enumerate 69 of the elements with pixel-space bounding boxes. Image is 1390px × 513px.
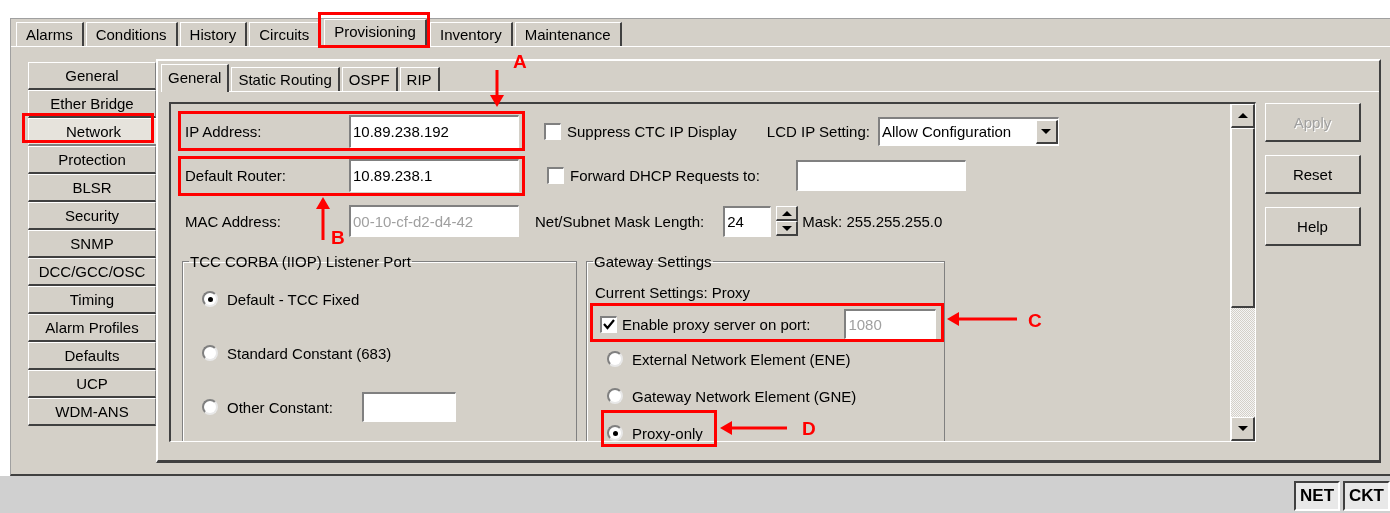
- nav-button[interactable]: Protection: [28, 146, 156, 174]
- radio-button[interactable]: [202, 399, 218, 415]
- callout-letter: D: [802, 419, 816, 438]
- tab[interactable]: History: [179, 22, 248, 46]
- tab[interactable]: Static Routing: [231, 67, 340, 91]
- tab[interactable]: Inventory: [429, 22, 513, 46]
- radio-button[interactable]: [202, 291, 218, 307]
- callout-letter: B: [331, 228, 345, 247]
- nav-button[interactable]: Timing: [28, 286, 156, 314]
- radio-button[interactable]: [607, 351, 623, 367]
- callout-arrow: [720, 421, 787, 435]
- radio-button[interactable]: [202, 345, 218, 361]
- field-label: LCD IP Setting:: [766, 122, 870, 140]
- radio-label: Default - TCC Fixed: [227, 290, 360, 308]
- field-label: IP Address:: [185, 122, 263, 140]
- field-label: Default Router:: [185, 166, 287, 184]
- field-label: Net/Subnet Mask Length:: [535, 212, 705, 230]
- nav-button[interactable]: General: [28, 62, 156, 90]
- radio-label: Proxy-only: [632, 424, 703, 441]
- checkbox[interactable]: [547, 166, 564, 184]
- nav-button[interactable]: SNMP: [28, 230, 156, 258]
- callout-letter: A: [513, 52, 527, 71]
- group-title: TCC CORBA (IIOP) Listener Port: [189, 253, 412, 270]
- input-field[interactable]: 24: [723, 205, 772, 237]
- nav-button[interactable]: DCC/GCC/OSC: [28, 258, 156, 286]
- push-button[interactable]: Reset: [1265, 155, 1361, 194]
- push-button[interactable]: Help: [1265, 207, 1361, 246]
- nav-button[interactable]: Security: [28, 202, 156, 230]
- tab[interactable]: RIP: [399, 67, 440, 91]
- input-field[interactable]: [795, 159, 966, 191]
- checkbox[interactable]: [544, 122, 561, 140]
- dropdown[interactable]: Allow Configuration: [877, 116, 1059, 146]
- nav-button[interactable]: BLSR: [28, 174, 156, 202]
- status-text: Current Settings: Proxy: [595, 283, 751, 301]
- tab[interactable]: General: [161, 64, 230, 92]
- nav-button[interactable]: Defaults: [28, 342, 156, 370]
- callout-arrow: [947, 312, 1017, 326]
- input-field[interactable]: [361, 392, 456, 422]
- tab[interactable]: Provisioning: [324, 19, 427, 47]
- mask-text: Mask: 255.255.255.0: [802, 212, 943, 230]
- scroll-bar[interactable]: [1230, 104, 1255, 441]
- tab[interactable]: Conditions: [85, 22, 178, 46]
- radio-button[interactable]: [607, 388, 623, 404]
- radio-label: Standard Constant (683): [227, 344, 392, 362]
- tab[interactable]: Alarms: [16, 22, 84, 46]
- callout-letter: C: [1028, 311, 1042, 330]
- callout-arrow: [316, 197, 330, 240]
- radio-label: Gateway Network Element (GNE): [632, 387, 857, 405]
- checkbox-label: Enable proxy server on port:: [622, 315, 811, 333]
- input-field[interactable]: 10.89.238.192: [349, 114, 519, 148]
- nav-button[interactable]: UCP: [28, 370, 156, 398]
- radio-button[interactable]: [607, 425, 623, 441]
- status-button[interactable]: NET: [1294, 481, 1341, 511]
- status-button[interactable]: CKT: [1343, 481, 1390, 511]
- radio-label: Other Constant:: [227, 398, 333, 416]
- tab[interactable]: OSPF: [341, 67, 398, 91]
- nav-button[interactable]: Alarm Profiles: [28, 314, 156, 342]
- tab[interactable]: Maintenance: [514, 22, 622, 46]
- spinner[interactable]: [776, 206, 799, 236]
- group-title: Gateway Settings: [593, 253, 713, 270]
- radio-label: External Network Element (ENE): [632, 350, 851, 368]
- callout-arrow: [490, 70, 504, 107]
- nav-button[interactable]: Ether Bridge: [28, 90, 156, 118]
- checkbox-label: Forward DHCP Requests to:: [570, 166, 760, 184]
- checkbox-label: Suppress CTC IP Display: [567, 122, 737, 140]
- tab[interactable]: Circuits: [249, 22, 321, 46]
- field-label: MAC Address:: [185, 212, 282, 230]
- nav-button[interactable]: WDM-ANS: [28, 398, 156, 426]
- input-field[interactable]: 10.89.238.1: [349, 158, 519, 192]
